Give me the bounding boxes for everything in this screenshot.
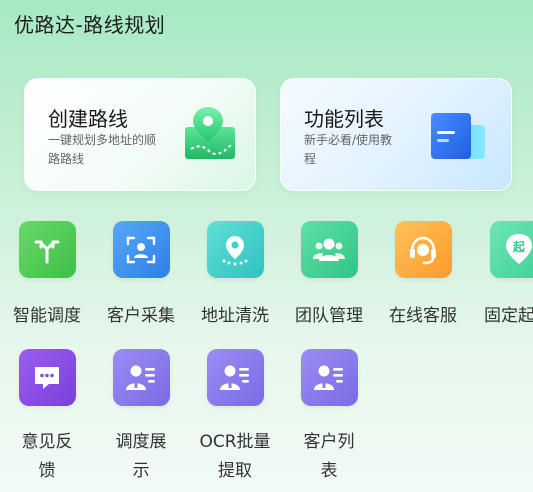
headset-icon: [394, 221, 452, 278]
user-card-icon: [300, 349, 358, 406]
smart-dispatch-button[interactable]: 智能调度: [0, 221, 94, 331]
location-pin-icon: [206, 221, 264, 278]
feature-list-card[interactable]: 功能列表 新手必看/使用教程: [280, 78, 512, 191]
feedback-label: 意见反馈: [21, 432, 73, 481]
team-manage-button[interactable]: 团队管理: [282, 221, 376, 331]
svg-text:起: 起: [511, 239, 525, 254]
fixed-start-label: 固定起: [484, 306, 533, 326]
customer-collect-button[interactable]: 客户采集: [94, 221, 188, 331]
customer-list-label: 客户列表: [303, 432, 355, 481]
folder-icon: [429, 111, 487, 165]
start-point-icon: 起: [490, 221, 533, 278]
customer-list-button[interactable]: 客户列表: [282, 349, 376, 486]
contact-scan-icon: [112, 221, 170, 278]
team-manage-label: 团队管理: [295, 306, 363, 326]
ocr-batch-button[interactable]: OCR批量提取: [188, 349, 282, 486]
user-card-icon: [112, 349, 170, 406]
smart-dispatch-label: 智能调度: [13, 306, 81, 326]
create-route-card[interactable]: 创建路线 一键规划多地址的顺路路线: [24, 78, 256, 191]
user-card-icon: [206, 349, 264, 406]
create-route-title: 创建路线: [48, 107, 128, 131]
online-service-label: 在线客服: [389, 306, 457, 326]
address-clean-label: 地址清洗: [201, 306, 269, 326]
team-icon: [300, 221, 358, 278]
feedback-button[interactable]: 意见反馈: [0, 349, 94, 486]
customer-collect-label: 客户采集: [107, 306, 175, 326]
dispatch-display-button[interactable]: 调度展示: [94, 349, 188, 486]
map-route-icon: [183, 105, 237, 165]
feedback-chat-icon: [18, 349, 76, 406]
address-clean-button[interactable]: 地址清洗: [188, 221, 282, 331]
ocr-batch-label: OCR批量提取: [199, 432, 271, 481]
route-split-icon: [18, 221, 76, 278]
page-title: 优路达-路线规划: [14, 13, 166, 37]
online-service-button[interactable]: 在线客服: [376, 221, 470, 331]
feature-list-subtitle: 新手必看/使用教程: [304, 133, 393, 166]
dispatch-display-label: 调度展示: [115, 432, 167, 481]
feature-list-title: 功能列表: [304, 107, 384, 131]
create-route-subtitle: 一键规划多地址的顺路路线: [48, 133, 157, 166]
fixed-start-button[interactable]: 起 固定起: [470, 221, 533, 331]
